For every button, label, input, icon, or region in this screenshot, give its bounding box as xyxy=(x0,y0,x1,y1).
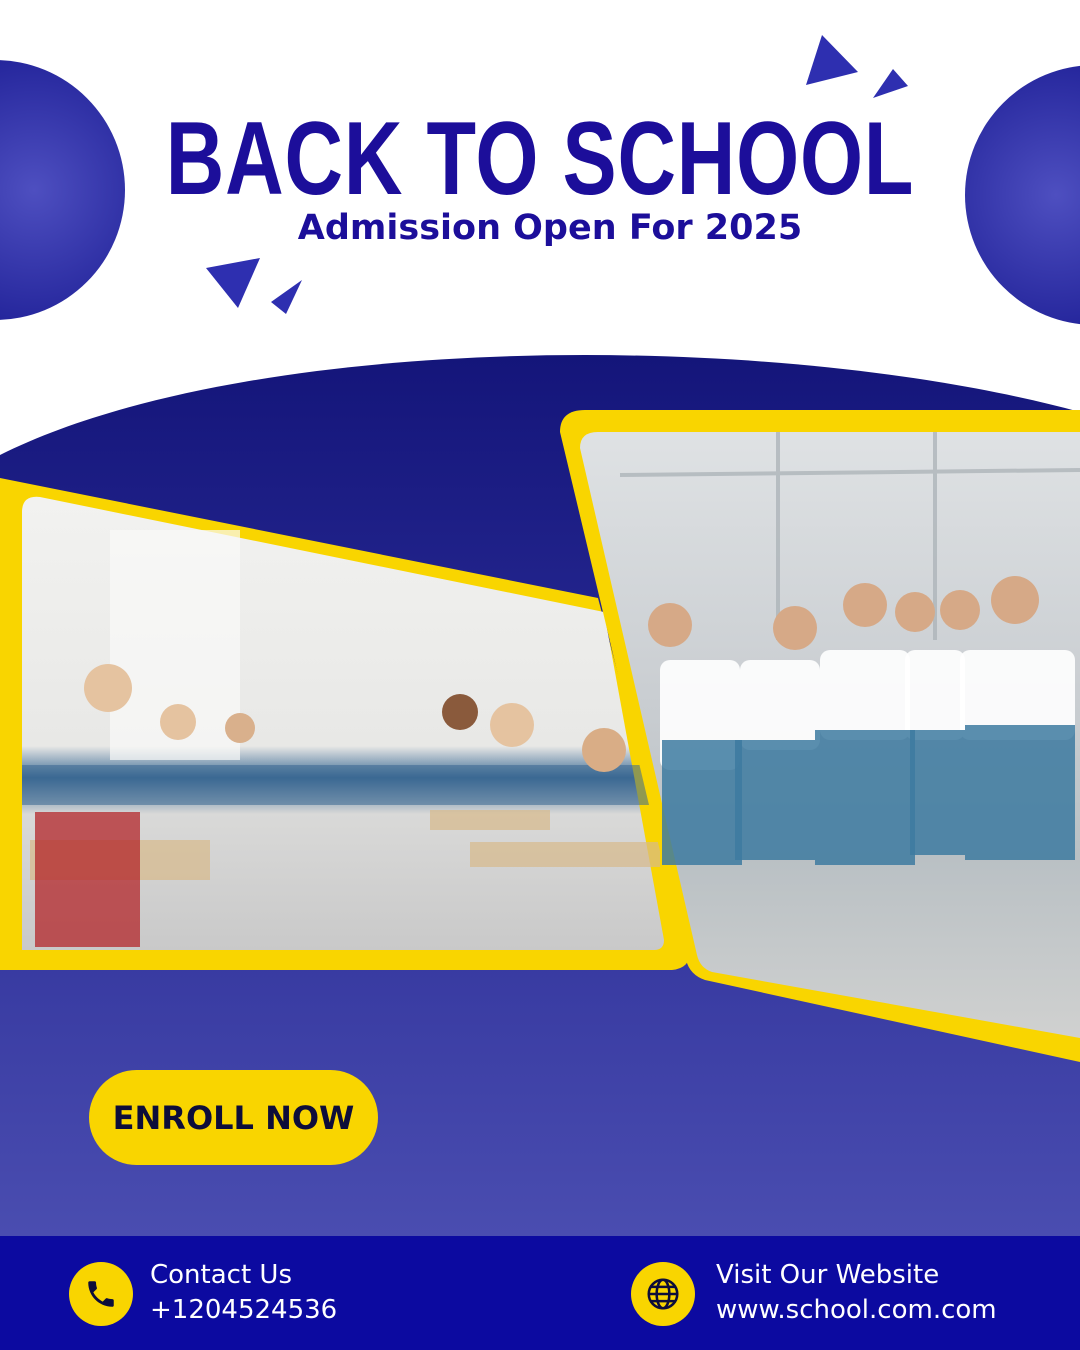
decor-circle-right xyxy=(965,65,1080,325)
decor-circle-left xyxy=(0,60,125,320)
website-label: Visit Our Website xyxy=(716,1260,940,1290)
page-subtitle: Admission Open For 2025 xyxy=(297,208,803,248)
website-url[interactable]: www.school.com.com xyxy=(716,1293,997,1328)
globe-icon[interactable] xyxy=(631,1262,695,1326)
decor-triangle xyxy=(206,258,260,308)
contact-label: Contact Us xyxy=(150,1260,292,1290)
phone-icon[interactable] xyxy=(69,1262,133,1326)
decor-triangle xyxy=(873,69,908,98)
page-title: BACK TO SCHOOL xyxy=(165,101,915,217)
enroll-now-button[interactable]: ENROLL NOW xyxy=(89,1070,378,1165)
decor-triangle xyxy=(271,280,302,314)
footer-bar: Contact Us +1204524536 Visit Our Website… xyxy=(0,1236,1080,1350)
contact-phone[interactable]: +1204524536 xyxy=(150,1293,337,1328)
decor-triangle xyxy=(806,35,858,85)
